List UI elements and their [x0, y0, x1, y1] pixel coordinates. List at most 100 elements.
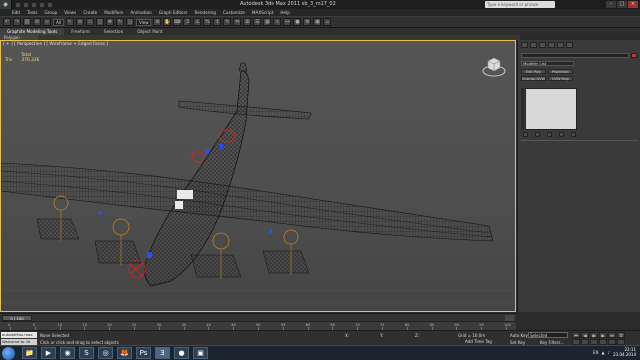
viewcube-icon[interactable]	[481, 53, 507, 79]
minimize-button[interactable]: –	[606, 1, 616, 8]
hierarchy-tab-icon[interactable]	[539, 42, 546, 48]
firefox-icon[interactable]: 🦊	[117, 347, 132, 359]
network-icon[interactable]: ▲	[601, 350, 604, 355]
material-editor-icon[interactable]: ●	[293, 18, 302, 26]
selection-filter-dropdown[interactable]: All	[53, 18, 64, 26]
render-icon[interactable]: ☕	[323, 18, 332, 26]
spinner-snap-icon[interactable]: ⇕	[213, 18, 222, 26]
move-icon[interactable]: ✥	[105, 18, 114, 26]
select-icon[interactable]: ↖	[65, 18, 74, 26]
play-icon[interactable]: ▶	[590, 332, 598, 338]
snap-icon[interactable]: 3	[183, 18, 192, 26]
curve-editor-icon[interactable]: ∿	[273, 18, 282, 26]
go-to-end-icon[interactable]: ⏭	[608, 332, 616, 338]
create-tab-icon[interactable]	[521, 42, 528, 48]
app-menu-button[interactable]: ◆	[0, 0, 12, 9]
make-unique-icon[interactable]	[547, 132, 552, 137]
tab-selection[interactable]: Selection	[97, 28, 130, 35]
go-to-start-icon[interactable]: ⏮	[572, 332, 580, 338]
pivot-icon[interactable]: ⊕	[153, 18, 162, 26]
modify-tab-icon[interactable]	[530, 42, 537, 48]
search-input[interactable]: Type a keyword or phrase	[485, 1, 555, 8]
key-set-dropdown[interactable]: Selected	[528, 332, 568, 338]
bind-icon[interactable]: ≈	[43, 18, 51, 26]
menu-rendering[interactable]: Rendering	[194, 10, 215, 15]
configure-sets-icon[interactable]	[571, 132, 576, 137]
new-icon[interactable]	[15, 1, 21, 8]
undo-icon[interactable]	[39, 1, 45, 8]
link-icon[interactable]: ⛓	[23, 18, 31, 26]
track-bar[interactable]: 0 5 10 15 20 25 30 35 40 45 50 55 60 65 70 75 80 85 90 95 10…	[0, 321, 516, 330]
language-indicator[interactable]: EN	[593, 350, 599, 355]
volume-icon[interactable]: ♪	[608, 350, 611, 355]
start-button[interactable]	[2, 347, 15, 360]
percent-snap-icon[interactable]: %	[203, 18, 212, 26]
menu-graph-editors[interactable]: Graph Editors	[159, 10, 188, 15]
browser-icon[interactable]: ◉	[60, 347, 75, 359]
schematic-view-icon[interactable]: ⊶	[283, 18, 292, 26]
tab-object-paint[interactable]: Object Paint	[130, 28, 169, 35]
object-name-field[interactable]	[521, 53, 629, 58]
stack-scroll[interactable]	[521, 88, 524, 130]
display-tab-icon[interactable]	[557, 42, 564, 48]
pin-stack-icon[interactable]	[523, 132, 528, 137]
maxscript-listener[interactable]: autodeMax.max	[1, 332, 37, 338]
layer-manager-icon[interactable]: ☰	[253, 18, 262, 26]
menu-tools[interactable]: Tools	[27, 10, 37, 15]
projection-button[interactable]: Projection	[548, 69, 573, 74]
menu-animation[interactable]: Animation	[130, 10, 151, 15]
scale-icon[interactable]: ◲	[125, 18, 134, 26]
keyboard-shortcut-icon[interactable]: ⌨	[173, 18, 182, 26]
redo-icon[interactable]	[47, 1, 53, 8]
rotate-icon[interactable]: ↻	[115, 18, 124, 26]
select-by-name-icon[interactable]: ≡	[75, 18, 84, 26]
utilities-tab-icon[interactable]	[566, 42, 573, 48]
previous-frame-icon[interactable]: ◀	[581, 332, 589, 338]
window-crossing-icon[interactable]: ◫	[95, 18, 104, 26]
manipulate-icon[interactable]: ✋	[163, 18, 172, 26]
photoshop-icon[interactable]: Ps	[136, 347, 151, 359]
tab-freeform[interactable]: Freeform	[64, 28, 97, 35]
motion-tab-icon[interactable]	[548, 42, 555, 48]
3dsmax-taskbar-icon[interactable]: 3	[155, 347, 170, 359]
remove-modifier-icon[interactable]	[559, 132, 564, 137]
explorer-icon[interactable]: 📁	[22, 347, 37, 359]
angle-snap-icon[interactable]: ∠	[193, 18, 202, 26]
menu-modifiers[interactable]: Modifiers	[104, 10, 123, 15]
menu-group[interactable]: Group	[44, 10, 57, 15]
add-time-tag-button[interactable]: Add Time Tag	[465, 339, 492, 344]
menu-views[interactable]: Views	[64, 10, 76, 15]
recorder-icon[interactable]: ●	[174, 347, 189, 359]
menu-help[interactable]: Help	[280, 10, 290, 15]
object-color-swatch[interactable]	[631, 53, 637, 58]
maximize-button[interactable]: □	[617, 1, 627, 8]
uvw-map-button[interactable]: UVW Map	[548, 76, 573, 81]
tab-graphite-modeling-tools[interactable]: Graphite Modeling Tools	[0, 28, 65, 35]
auto-key-button[interactable]: Auto Key	[510, 333, 528, 338]
close-button[interactable]: ×	[628, 1, 638, 8]
redo-button[interactable]: ↷	[13, 18, 21, 26]
viewport-label[interactable]: [ + ] [ Perspective ] [ Wireframe + Edge…	[3, 42, 108, 47]
chrome-icon[interactable]: ◎	[98, 347, 113, 359]
time-config-icon[interactable]: ⏱	[617, 332, 625, 338]
open-icon[interactable]	[23, 1, 29, 8]
media-player-icon[interactable]: ▶	[41, 347, 56, 359]
clock[interactable]: 23:11 23.04.2014	[613, 347, 636, 357]
skype-icon[interactable]: S	[79, 347, 94, 359]
unlink-icon[interactable]: ⊘	[33, 18, 41, 26]
save-icon[interactable]	[31, 1, 37, 8]
menu-customize[interactable]: Customize	[223, 10, 245, 15]
named-selection-icon[interactable]: ✎	[223, 18, 232, 26]
reference-coord-dropdown[interactable]: View	[135, 18, 152, 26]
graphite-toggle-icon[interactable]: ▦	[263, 18, 272, 26]
align-icon[interactable]: ⊞	[243, 18, 252, 26]
undo-button[interactable]: ↶	[3, 18, 11, 26]
menu-create[interactable]: Create	[83, 10, 97, 15]
modifier-list-dropdown[interactable]: Modifier List	[521, 61, 574, 66]
rendered-frame-icon[interactable]: ▣	[313, 18, 322, 26]
render-setup-icon[interactable]: ⚙	[303, 18, 312, 26]
edit-poly-button[interactable]: Edit Poly	[521, 69, 546, 74]
modifier-stack[interactable]	[525, 88, 577, 130]
menu-maxscript[interactable]: MAXScript	[252, 10, 274, 15]
next-frame-icon[interactable]: ▶	[599, 332, 607, 338]
